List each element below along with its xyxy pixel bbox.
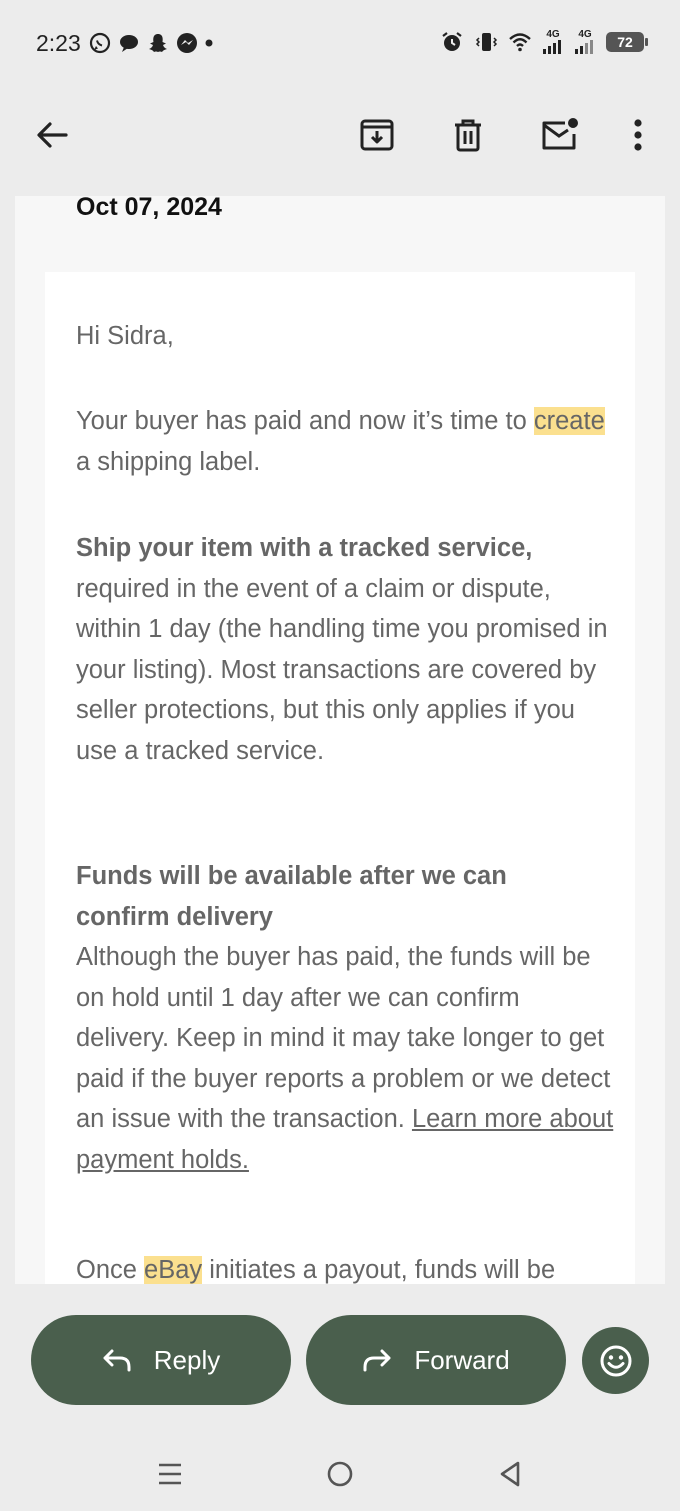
more-vert-icon (634, 119, 642, 151)
paragraph-funds: Funds will be available after we can con… (76, 856, 616, 1180)
email-content[interactable]: Oct 07, 2024 Hi Sidra, Your buyer has pa… (15, 196, 665, 1284)
back-triangle-icon (500, 1461, 520, 1487)
status-bar: 2:23 4G 4G 72 (0, 0, 680, 90)
snapchat-icon (149, 34, 167, 52)
messenger-icon (177, 33, 197, 53)
status-time: 2:23 (36, 30, 81, 56)
battery-icon: 72 (606, 32, 648, 52)
para1-text: Your buyer has paid and now it’s time to (76, 407, 534, 435)
alarm-icon (442, 32, 462, 51)
home-button[interactable] (320, 1454, 360, 1494)
back-nav-button[interactable] (490, 1454, 530, 1494)
archive-icon (360, 119, 394, 151)
emoji-reaction-button[interactable] (582, 1327, 649, 1394)
para4-text: Once (76, 1256, 145, 1284)
battery-level: 72 (617, 34, 633, 50)
para3-heading: Funds will be available after we can con… (76, 862, 507, 931)
forward-button[interactable]: Forward (306, 1315, 566, 1405)
delete-button[interactable] (444, 111, 492, 159)
whatsapp-icon (89, 32, 111, 54)
archive-button[interactable] (353, 111, 401, 159)
signal-icon (575, 40, 593, 54)
para1-text-end: a shipping label. (76, 447, 261, 476)
signal-1: 4G (542, 30, 564, 54)
dot-icon (205, 39, 213, 47)
reply-button[interactable]: Reply (31, 1315, 291, 1405)
signal-icon (543, 40, 561, 54)
email-body: Hi Sidra, Your buyer has paid and now it… (45, 272, 635, 1284)
smiley-icon (600, 1345, 631, 1376)
forward-icon (363, 1349, 391, 1372)
recents-icon (159, 1463, 181, 1485)
mark-unread-icon (542, 118, 578, 150)
email-date: Oct 07, 2024 (76, 196, 222, 221)
highlight-ebay: eBay (144, 1256, 203, 1284)
highlight-create: create (533, 407, 605, 435)
paragraph-shipping-label: Your buyer has paid and now it’s time to… (76, 401, 616, 482)
back-button[interactable] (28, 111, 76, 159)
paragraph-payout: Once eBay initiates a payout, funds will… (76, 1250, 616, 1284)
more-options-button[interactable] (614, 111, 662, 159)
para2-text: required in the event of a claim or disp… (76, 574, 608, 765)
para4-text-end: initiates a payout, funds will be (202, 1256, 556, 1284)
mark-unread-button[interactable] (535, 111, 583, 159)
forward-label: Forward (414, 1344, 510, 1375)
email-actions: Reply Forward (0, 1284, 680, 1434)
recent-apps-button[interactable] (150, 1454, 190, 1494)
system-icons: 4G 4G 72 (440, 30, 648, 54)
network-type-2: 4G (578, 29, 592, 40)
paragraph-tracked-service: Ship your item with a tracked service, r… (76, 528, 616, 771)
signal-2: 4G (574, 30, 596, 54)
email-header: Oct 07, 2024 (45, 196, 635, 272)
delete-icon (455, 119, 481, 152)
para2-heading: Ship your item with a tracked service, (76, 534, 533, 562)
reply-icon (103, 1349, 131, 1372)
chat-icon (120, 35, 138, 52)
home-icon (327, 1461, 353, 1487)
network-type-1: 4G (546, 29, 560, 40)
notification-icons (88, 31, 214, 55)
reply-label: Reply (153, 1344, 221, 1375)
greeting: Hi Sidra, (76, 322, 174, 350)
email-card: Oct 07, 2024 Hi Sidra, Your buyer has pa… (45, 196, 635, 1284)
system-navigation-bar (0, 1434, 680, 1511)
email-toolbar (0, 90, 680, 196)
vibrate-icon (475, 33, 498, 51)
back-arrow-icon (37, 122, 68, 148)
wifi-icon (509, 33, 531, 52)
